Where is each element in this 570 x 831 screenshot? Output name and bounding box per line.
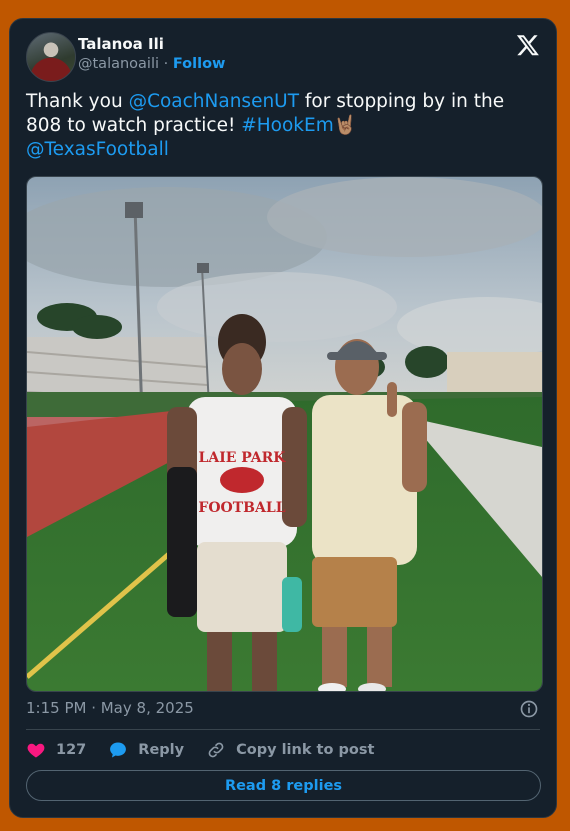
copy-link-label: Copy link to post — [236, 742, 375, 758]
tweet-photo[interactable]: LAIE PARK FOOTBALL — [26, 176, 543, 692]
reply-label: Reply — [138, 742, 185, 758]
avatar[interactable] — [26, 32, 76, 82]
shirt-text-line2: FOOTBALL — [198, 500, 285, 516]
info-icon[interactable] — [519, 699, 539, 719]
read-replies-button[interactable]: Read 8 replies — [26, 770, 541, 801]
shirt-text-line1: LAIE PARK — [199, 450, 287, 466]
copy-link-button[interactable]: Copy link to post — [206, 740, 374, 760]
tweet-text-part: Thank you — [26, 91, 129, 112]
tweet-text: Thank you @CoachNansenUT for stopping by… — [26, 90, 526, 162]
photo-illustration: LAIE PARK FOOTBALL — [27, 177, 542, 691]
follow-button[interactable]: Follow — [173, 56, 226, 72]
tweet-card: Talanoa Ili @talanoaili · Follow Thank y… — [9, 18, 557, 818]
timestamp[interactable]: 1:15 PM · May 8, 2025 — [26, 699, 194, 717]
x-logo-icon[interactable] — [516, 33, 540, 57]
reply-button[interactable]: Reply — [108, 740, 184, 760]
action-bar: 127 Reply Copy link to post — [26, 739, 396, 761]
link-icon — [208, 742, 224, 758]
mention-texasfootball[interactable]: @TexasFootball — [26, 139, 169, 160]
like-button[interactable]: 127 — [26, 740, 86, 760]
like-count: 127 — [56, 742, 87, 758]
author-name[interactable]: Talanoa Ili — [78, 35, 164, 53]
horns-emoji: 🤘🏽 — [333, 115, 357, 136]
divider — [26, 729, 540, 730]
heart-icon — [27, 743, 45, 758]
author-handle-row: @talanoaili · Follow — [78, 56, 225, 72]
mention-coachnansen[interactable]: @CoachNansenUT — [129, 91, 299, 112]
hashtag-hookem[interactable]: #HookEm — [241, 115, 333, 136]
author-handle[interactable]: @talanoaili — [78, 56, 159, 72]
reply-bubble-icon — [110, 742, 127, 758]
separator: · — [163, 56, 169, 72]
